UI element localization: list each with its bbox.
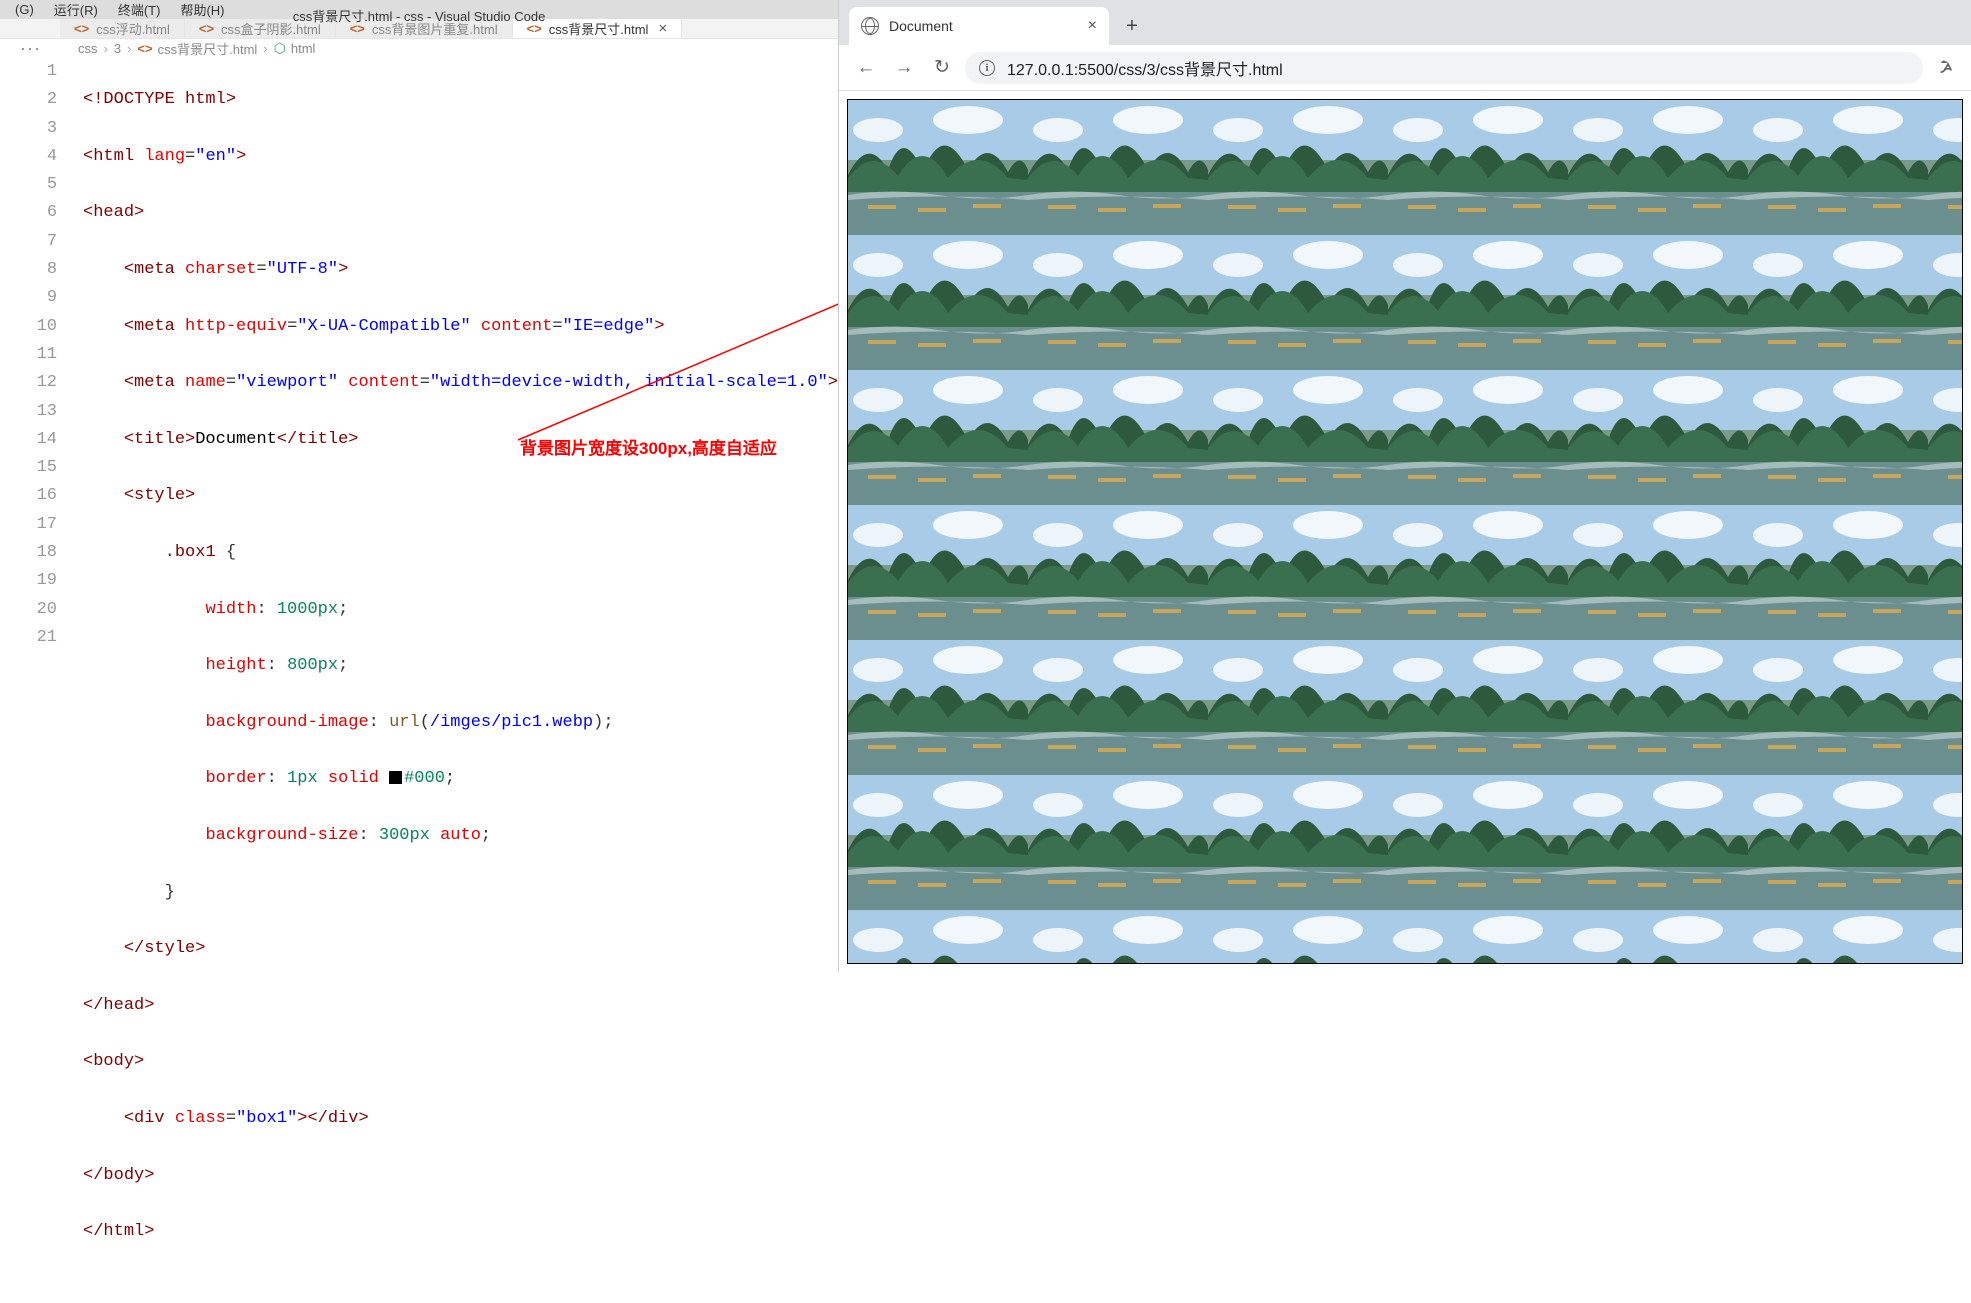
breadcrumb-seg[interactable]: css — [78, 41, 98, 56]
vscode-window: (G) 运行(R) 终端(T) 帮助(H) css背景尺寸.html - css… — [0, 0, 838, 972]
breadcrumb-seg[interactable]: 3 — [114, 41, 121, 56]
translate-icon[interactable] — [1937, 57, 1959, 79]
annotation-text: 背景图片宽度设300px,高度自适应 — [520, 434, 777, 459]
tab-css-boxshadow[interactable]: <> css盒子阴影.html — [185, 19, 336, 38]
menu-terminal[interactable]: 终端(T) — [108, 0, 171, 19]
chevron-right-icon: › — [104, 41, 108, 56]
menu-run[interactable]: 运行(R) — [44, 0, 108, 19]
code-editor[interactable]: 123456789101112131415161718192021 <!DOCT… — [0, 58, 838, 1303]
chevron-right-icon: › — [263, 41, 267, 56]
line-gutter: 123456789101112131415161718192021 — [0, 58, 83, 1303]
editor-tabs: <> css浮动.html <> css盒子阴影.html <> css背景图片重复.… — [0, 19, 838, 39]
new-tab-button[interactable]: + — [1117, 11, 1147, 41]
close-icon[interactable]: × — [658, 20, 667, 37]
html-file-icon: <> — [527, 21, 542, 36]
rendered-box1 — [847, 99, 1963, 964]
html-file-icon: <> — [137, 41, 152, 56]
menu-bar: (G) 运行(R) 终端(T) 帮助(H) — [0, 0, 838, 19]
back-button[interactable]: ← — [851, 53, 881, 83]
tab-label: css浮动.html — [96, 19, 170, 38]
tab-label: css背景尺寸.html — [549, 19, 649, 38]
tab-label: css背景图片重复.html — [372, 19, 498, 38]
close-icon[interactable]: × — [1088, 17, 1097, 35]
forward-button[interactable]: → — [889, 53, 919, 83]
chevron-right-icon: › — [127, 41, 131, 56]
reload-button[interactable]: ↻ — [927, 53, 957, 83]
code-content[interactable]: <!DOCTYPE html> <html lang="en"> <head> … — [83, 58, 838, 1303]
address-bar[interactable]: i 127.0.0.1:5500/css/3/css背景尺寸.html — [965, 52, 1923, 84]
tab-css-float[interactable]: <> css浮动.html — [60, 19, 185, 38]
breadcrumb-seg[interactable]: html — [291, 41, 316, 56]
overflow-button[interactable]: ··· — [20, 38, 41, 59]
menu-help[interactable]: 帮助(H) — [170, 0, 234, 19]
tab-css-bgsize[interactable]: <> css背景尺寸.html × — [513, 19, 683, 38]
browser-window: Document × + ← → ↻ i 127.0.0.1:5500/css/… — [838, 0, 1971, 972]
tab-label: css盒子阴影.html — [221, 19, 321, 38]
color-swatch-icon — [389, 771, 402, 784]
html-file-icon: <> — [350, 21, 365, 36]
symbol-icon: ⬡ — [274, 40, 286, 57]
globe-icon — [861, 17, 879, 35]
html-file-icon: <> — [199, 21, 214, 36]
site-info-icon[interactable]: i — [979, 60, 995, 76]
browser-tab-title: Document — [889, 18, 953, 34]
breadcrumb-seg[interactable]: css背景尺寸.html — [158, 39, 258, 58]
url-text: 127.0.0.1:5500/css/3/css背景尺寸.html — [1007, 56, 1283, 80]
html-file-icon: <> — [74, 21, 89, 36]
menu-g[interactable]: (G) — [5, 2, 44, 17]
page-viewport[interactable] — [839, 91, 1971, 972]
tab-css-bgrepeat[interactable]: <> css背景图片重复.html — [336, 19, 513, 38]
browser-toolbar: ← → ↻ i 127.0.0.1:5500/css/3/css背景尺寸.htm… — [839, 45, 1971, 91]
breadcrumb[interactable]: css › 3 › <> css背景尺寸.html › ⬡ html — [0, 39, 838, 58]
browser-tab[interactable]: Document × — [849, 7, 1109, 45]
browser-tab-strip: Document × + — [839, 0, 1971, 45]
